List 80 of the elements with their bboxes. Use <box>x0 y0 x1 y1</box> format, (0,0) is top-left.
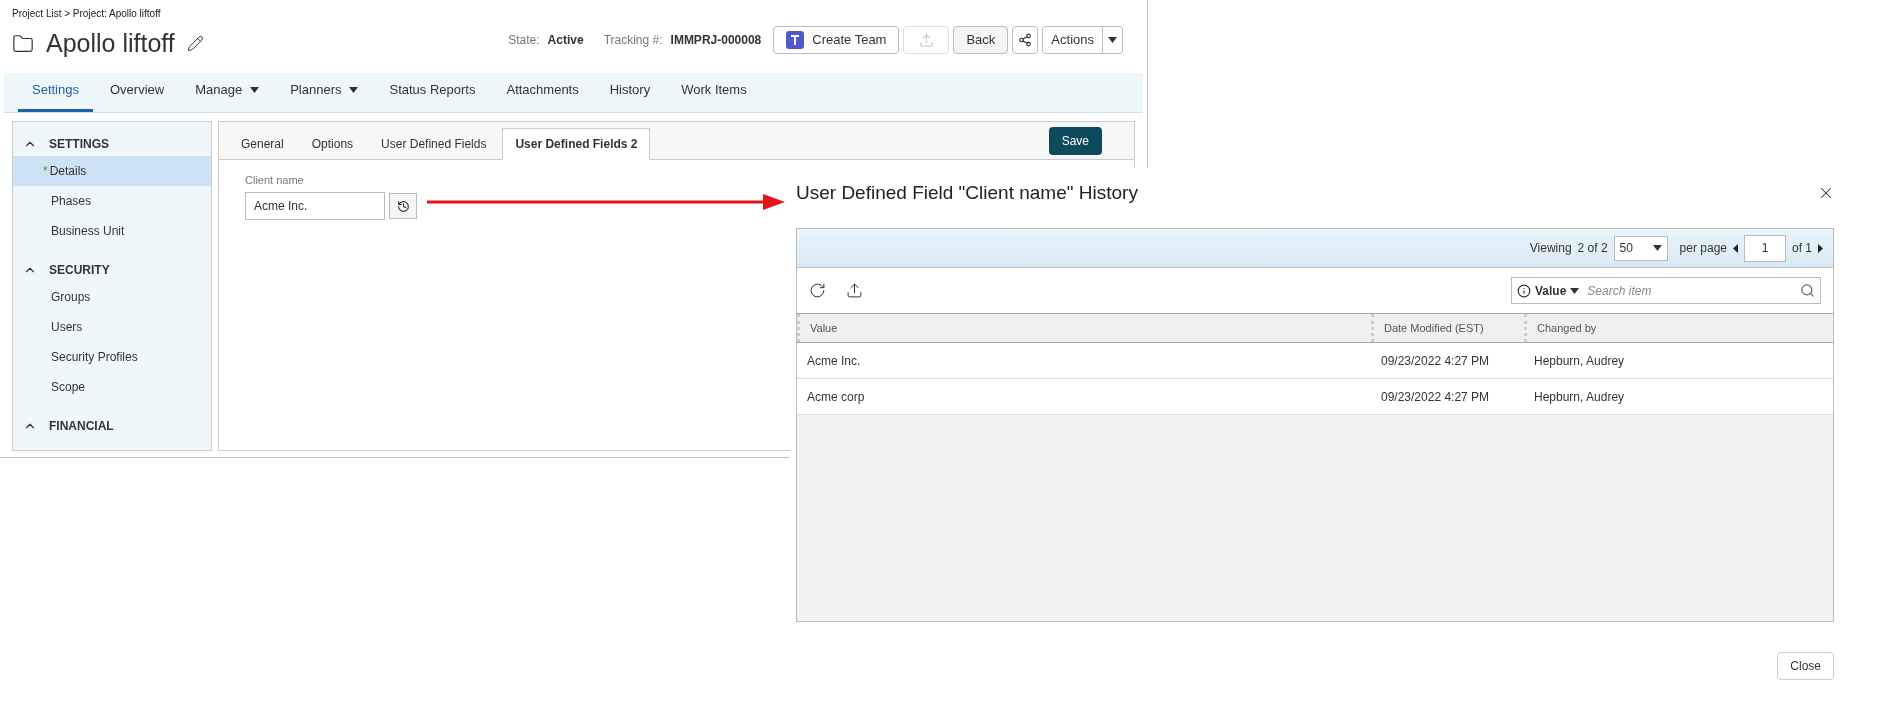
content-tab[interactable]: User Defined Fields <box>369 127 499 160</box>
sidebar-item[interactable]: Business Unit <box>13 215 211 246</box>
sidebar-section-header[interactable]: SECURITY <box>13 257 211 282</box>
sidebar-item[interactable]: Users <box>13 311 211 342</box>
dialog-title: User Defined Field "Client name" History <box>796 180 1138 205</box>
close-button[interactable]: Close <box>1777 652 1834 680</box>
search-icon[interactable] <box>1800 283 1815 298</box>
state-label: State: <box>508 32 540 49</box>
caret-icon <box>1570 287 1580 294</box>
search-field[interactable]: Value Search item <box>1511 277 1821 304</box>
field-label: Client name <box>245 172 305 188</box>
sidebar-item[interactable]: Security Profiles <box>13 341 211 372</box>
nav-tab[interactable]: Overview <box>96 71 179 112</box>
item-label: Security Profiles <box>51 348 138 366</box>
sidebar-section-header[interactable]: SETTINGS <box>13 131 211 156</box>
folder-icon <box>12 32 34 55</box>
export-icon[interactable] <box>846 282 863 299</box>
refresh-icon[interactable] <box>809 282 826 299</box>
page-total: of 1 <box>1792 240 1812 257</box>
tracking-label: Tracking #: <box>603 32 663 49</box>
share-button[interactable] <box>1012 26 1039 54</box>
table-cell-text: Acme corp <box>807 388 865 406</box>
per-page-select[interactable]: 50 <box>1613 235 1668 261</box>
table-cell-text: Hepburn, Audrey <box>1534 388 1625 406</box>
item-label: Details <box>49 162 87 180</box>
section-title: FINANCIAL <box>49 417 114 435</box>
item-label: Scope <box>51 378 86 396</box>
actions-button[interactable]: Actions <box>1042 26 1103 54</box>
next-page-icon[interactable] <box>1818 243 1823 253</box>
content-tab[interactable]: User Defined Fields 2 <box>502 127 651 160</box>
search-placeholder: Search item <box>1587 282 1653 300</box>
sidebar-item[interactable]: Groups <box>13 281 211 312</box>
edit-icon[interactable] <box>186 35 204 53</box>
table-cell-text: 09/23/2022 4:27 PM <box>1381 388 1490 406</box>
breadcrumb: Project List > Project: Apollo liftoff <box>12 7 162 21</box>
history-button[interactable] <box>389 193 417 219</box>
create-team-button[interactable]: Create Team <box>773 26 900 54</box>
search-filter[interactable]: Value <box>1535 281 1567 300</box>
tracking-value: IMMPRJ-000008 <box>670 32 762 49</box>
state-value: Active <box>547 32 584 49</box>
back-button[interactable]: Back <box>953 26 1009 54</box>
actions-dropdown[interactable] <box>1103 26 1123 54</box>
page-field[interactable]: 1 <box>1744 234 1786 262</box>
table-cell-text: Acme Inc. <box>807 352 861 370</box>
caret-icon <box>1108 37 1117 43</box>
item-label: Business Unit <box>51 222 125 240</box>
content-tab[interactable]: General <box>229 127 296 160</box>
table-cell-text: Hepburn, Audrey <box>1534 352 1625 370</box>
required-marker: * <box>43 162 48 180</box>
item-label: Users <box>51 318 83 336</box>
per-page-label: per page <box>1679 240 1727 257</box>
teams-icon <box>786 31 805 49</box>
table-cell-text: 09/23/2022 4:27 PM <box>1381 352 1490 370</box>
share-icon <box>1018 33 1033 47</box>
sidebar-item[interactable]: Scope <box>13 371 211 402</box>
nav-tab[interactable]: Manage <box>181 71 274 112</box>
nav-tab[interactable]: Attachments <box>492 71 593 112</box>
nav-tab[interactable]: History <box>595 71 665 112</box>
section-title: SETTINGS <box>49 135 109 153</box>
nav-tab[interactable]: Status Reports <box>375 71 490 112</box>
nav-tab[interactable]: Settings <box>18 71 93 112</box>
save-button[interactable]: Save <box>1048 126 1102 155</box>
info-icon <box>1517 283 1531 298</box>
item-label: Phases <box>51 192 92 210</box>
viewing-label: Viewing <box>1529 240 1572 257</box>
export-icon <box>918 32 934 48</box>
client-name-field[interactable]: Acme Inc. <box>245 192 385 220</box>
nav-tab[interactable]: Planners <box>276 71 373 112</box>
sidebar-item[interactable]: Phases <box>13 185 211 216</box>
page-title: Apollo liftoff <box>46 28 175 59</box>
item-label: Groups <box>51 288 91 306</box>
previous-page-icon[interactable] <box>1733 243 1738 253</box>
sidebar-item[interactable]: * Details <box>13 155 211 186</box>
caret-icon <box>1652 245 1662 251</box>
viewing-count: 2 of 2 <box>1577 240 1608 257</box>
history-icon <box>396 199 410 213</box>
content-tab[interactable]: Options <box>299 127 366 160</box>
nav-tab[interactable]: Work Items <box>667 71 761 112</box>
section-title: SECURITY <box>49 261 110 279</box>
sidebar-section-header[interactable]: FINANCIAL <box>13 413 211 438</box>
